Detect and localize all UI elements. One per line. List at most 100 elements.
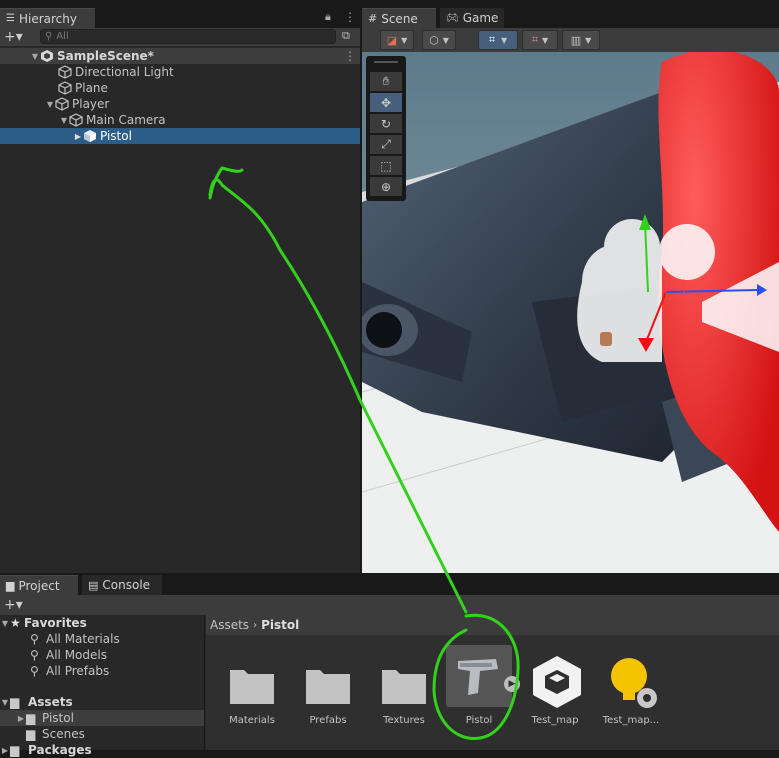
folder-item-pistol[interactable]: ▶ ▆ Pistol	[0, 710, 204, 726]
folder-icon: ▆	[6, 579, 15, 592]
gameobject-icon	[58, 81, 72, 95]
expand-arrow-icon[interactable]: ▼	[59, 116, 69, 125]
palette-grip[interactable]	[374, 61, 398, 63]
hierarchy-toolbar: +▾ ⚲ All ⧉	[0, 28, 360, 46]
favorite-label: All Materials	[46, 632, 120, 646]
cube-icon: ⬡	[429, 33, 439, 47]
expand-arrow-icon[interactable]: ▶	[16, 714, 26, 723]
scene-menu-icon[interactable]: ⋮	[344, 49, 356, 63]
asset-folder-materials[interactable]	[217, 652, 287, 715]
breadcrumb-root[interactable]: Assets	[210, 618, 249, 632]
scene-viewport[interactable]	[362, 52, 779, 573]
asset-prefab-pistol[interactable]	[446, 645, 512, 707]
move-icon: ✥	[380, 95, 392, 110]
unity-scene-icon	[41, 50, 53, 62]
search-icon: ⚲	[45, 31, 53, 42]
scene-panel: # Scene 🎮︎ Game ◪ ▼ ⬡ ▼ ⌗ ▼ ⌗ ▼ ▥ ▼ ✋︎ ✥…	[362, 0, 779, 573]
expand-arrow-icon[interactable]: ▼	[30, 52, 40, 61]
search-icon: ⚲	[30, 664, 39, 678]
add-icon[interactable]: +▾	[4, 597, 23, 613]
gameobject-icon	[58, 65, 72, 79]
gamepad-icon: 🎮︎	[446, 12, 459, 24]
favorite-item[interactable]: ⚲ All Models	[0, 647, 204, 663]
hand-tool-button[interactable]: ✋︎	[370, 72, 402, 91]
asset-folder-prefabs[interactable]	[293, 652, 363, 715]
draw-mode-button[interactable]: ◪ ▼	[380, 30, 414, 50]
asset-lighting-test-map[interactable]	[598, 652, 668, 715]
assets-label: Assets	[28, 695, 73, 709]
star-icon: ★	[10, 616, 21, 630]
scale-icon: ⤢	[381, 137, 391, 151]
item-label: Pistol	[100, 129, 132, 143]
project-asset-grid: Assets › Pistol Materials Prefabs Textur…	[206, 615, 779, 750]
tab-project[interactable]: ▆ Project	[0, 575, 78, 595]
snap-button[interactable]: ⌗ ▼	[522, 30, 558, 50]
console-icon: ▤	[88, 578, 99, 592]
rect-icon: ⬚	[380, 158, 392, 173]
hierarchy-search-input[interactable]: ⚲ All	[40, 29, 336, 44]
expand-arrow-icon[interactable]: ▼	[45, 100, 55, 109]
project-tabbar: ▆ Project ▤ Console	[0, 575, 779, 595]
hierarchy-panel: ☰ Hierarchy 🔒︎ ⋮ +▾ ⚲ All ⧉ ▼ SampleScen…	[0, 0, 360, 573]
transform-tool-button[interactable]: ⊕	[370, 177, 402, 196]
scene-row[interactable]: ▼ SampleScene* ⋮	[0, 48, 360, 64]
folder-icon	[230, 670, 274, 704]
tab-game[interactable]: 🎮︎ Game	[440, 8, 504, 28]
tab-console[interactable]: ▤ Console	[82, 575, 162, 595]
gameobject-icon	[55, 97, 69, 111]
folder-icon	[306, 670, 350, 704]
scene-name: SampleScene*	[57, 49, 154, 63]
project-panel: ▆ Project ▤ Console +▾ ▼ ★ Favorites ⚲ A…	[0, 575, 779, 757]
project-folder-tree: ▼ ★ Favorites ⚲ All Materials ⚲ All Mode…	[0, 615, 205, 757]
pivot-button[interactable]: ⌗ ▼	[478, 30, 518, 50]
breadcrumb-current[interactable]: Pistol	[261, 618, 299, 632]
tab-project-label: Project	[18, 578, 60, 593]
hand-icon: ✋︎	[382, 74, 390, 88]
more-menu-icon[interactable]: ⋮	[344, 10, 356, 24]
add-icon[interactable]: +▾	[4, 29, 23, 45]
rotate-tool-button[interactable]: ↻	[370, 114, 402, 133]
favorite-label: All Prefabs	[46, 664, 110, 678]
lighting-settings-icon	[611, 658, 657, 708]
expand-arrow-icon[interactable]: ▼	[0, 619, 10, 628]
packages-row[interactable]: ▶ ▆ Packages	[0, 742, 204, 758]
scene-visibility-icon[interactable]: ⧉	[342, 29, 350, 43]
asset-scene-test-map[interactable]	[522, 652, 592, 715]
favorites-row[interactable]: ▼ ★ Favorites	[0, 615, 204, 631]
tab-scene[interactable]: # Scene	[362, 8, 436, 28]
hierarchy-item-main-camera[interactable]: ▼ Main Camera	[0, 112, 360, 128]
gizmo-icon: ◪	[386, 33, 398, 47]
move-tool-button[interactable]: ✥	[370, 93, 402, 112]
tab-console-label: Console	[102, 578, 151, 592]
lock-icon[interactable]: 🔒︎	[325, 10, 331, 24]
scene-tabbar: # Scene 🎮︎ Game	[362, 0, 779, 28]
tab-game-label: Game	[462, 11, 499, 25]
transform-icon: ⊕	[380, 179, 392, 194]
panel-divider[interactable]	[360, 0, 362, 573]
folder-label: Scenes	[42, 727, 85, 741]
tab-scene-label: Scene	[381, 11, 418, 26]
folder-item-scenes[interactable]: ▆ Scenes	[0, 726, 204, 742]
search-placeholder: All	[56, 31, 69, 42]
increment-button[interactable]: ▥ ▼	[562, 30, 600, 50]
item-label: Main Camera	[86, 113, 166, 127]
snap-grid-icon: ⌗	[531, 33, 539, 46]
favorite-item[interactable]: ⚲ All Prefabs	[0, 663, 204, 679]
assets-row[interactable]: ▼ ▆ Assets	[0, 694, 204, 710]
project-toolbar: +▾	[0, 595, 779, 615]
hierarchy-item-plane[interactable]: Plane	[0, 80, 360, 96]
hierarchy-item-pistol[interactable]: ▶ Pistol	[0, 128, 360, 144]
hierarchy-item-player[interactable]: ▼ Player	[0, 96, 360, 112]
axis-icon: ⌗	[488, 33, 496, 46]
shading-mode-button[interactable]: ⬡ ▼	[422, 30, 456, 50]
hierarchy-item-directional-light[interactable]: Directional Light	[0, 64, 360, 80]
expand-arrow-icon[interactable]: ▼	[0, 698, 10, 707]
expand-prefab-icon[interactable]: ▶	[504, 676, 520, 692]
expand-arrow-icon[interactable]: ▶	[0, 746, 10, 755]
scale-tool-button[interactable]: ⤢	[370, 135, 402, 154]
rect-tool-button[interactable]: ⬚	[370, 156, 402, 175]
tab-hierarchy[interactable]: ☰ Hierarchy	[0, 8, 95, 28]
asset-folder-textures[interactable]	[369, 652, 439, 715]
favorite-item[interactable]: ⚲ All Materials	[0, 631, 204, 647]
expand-arrow-icon[interactable]: ▶	[73, 132, 83, 141]
